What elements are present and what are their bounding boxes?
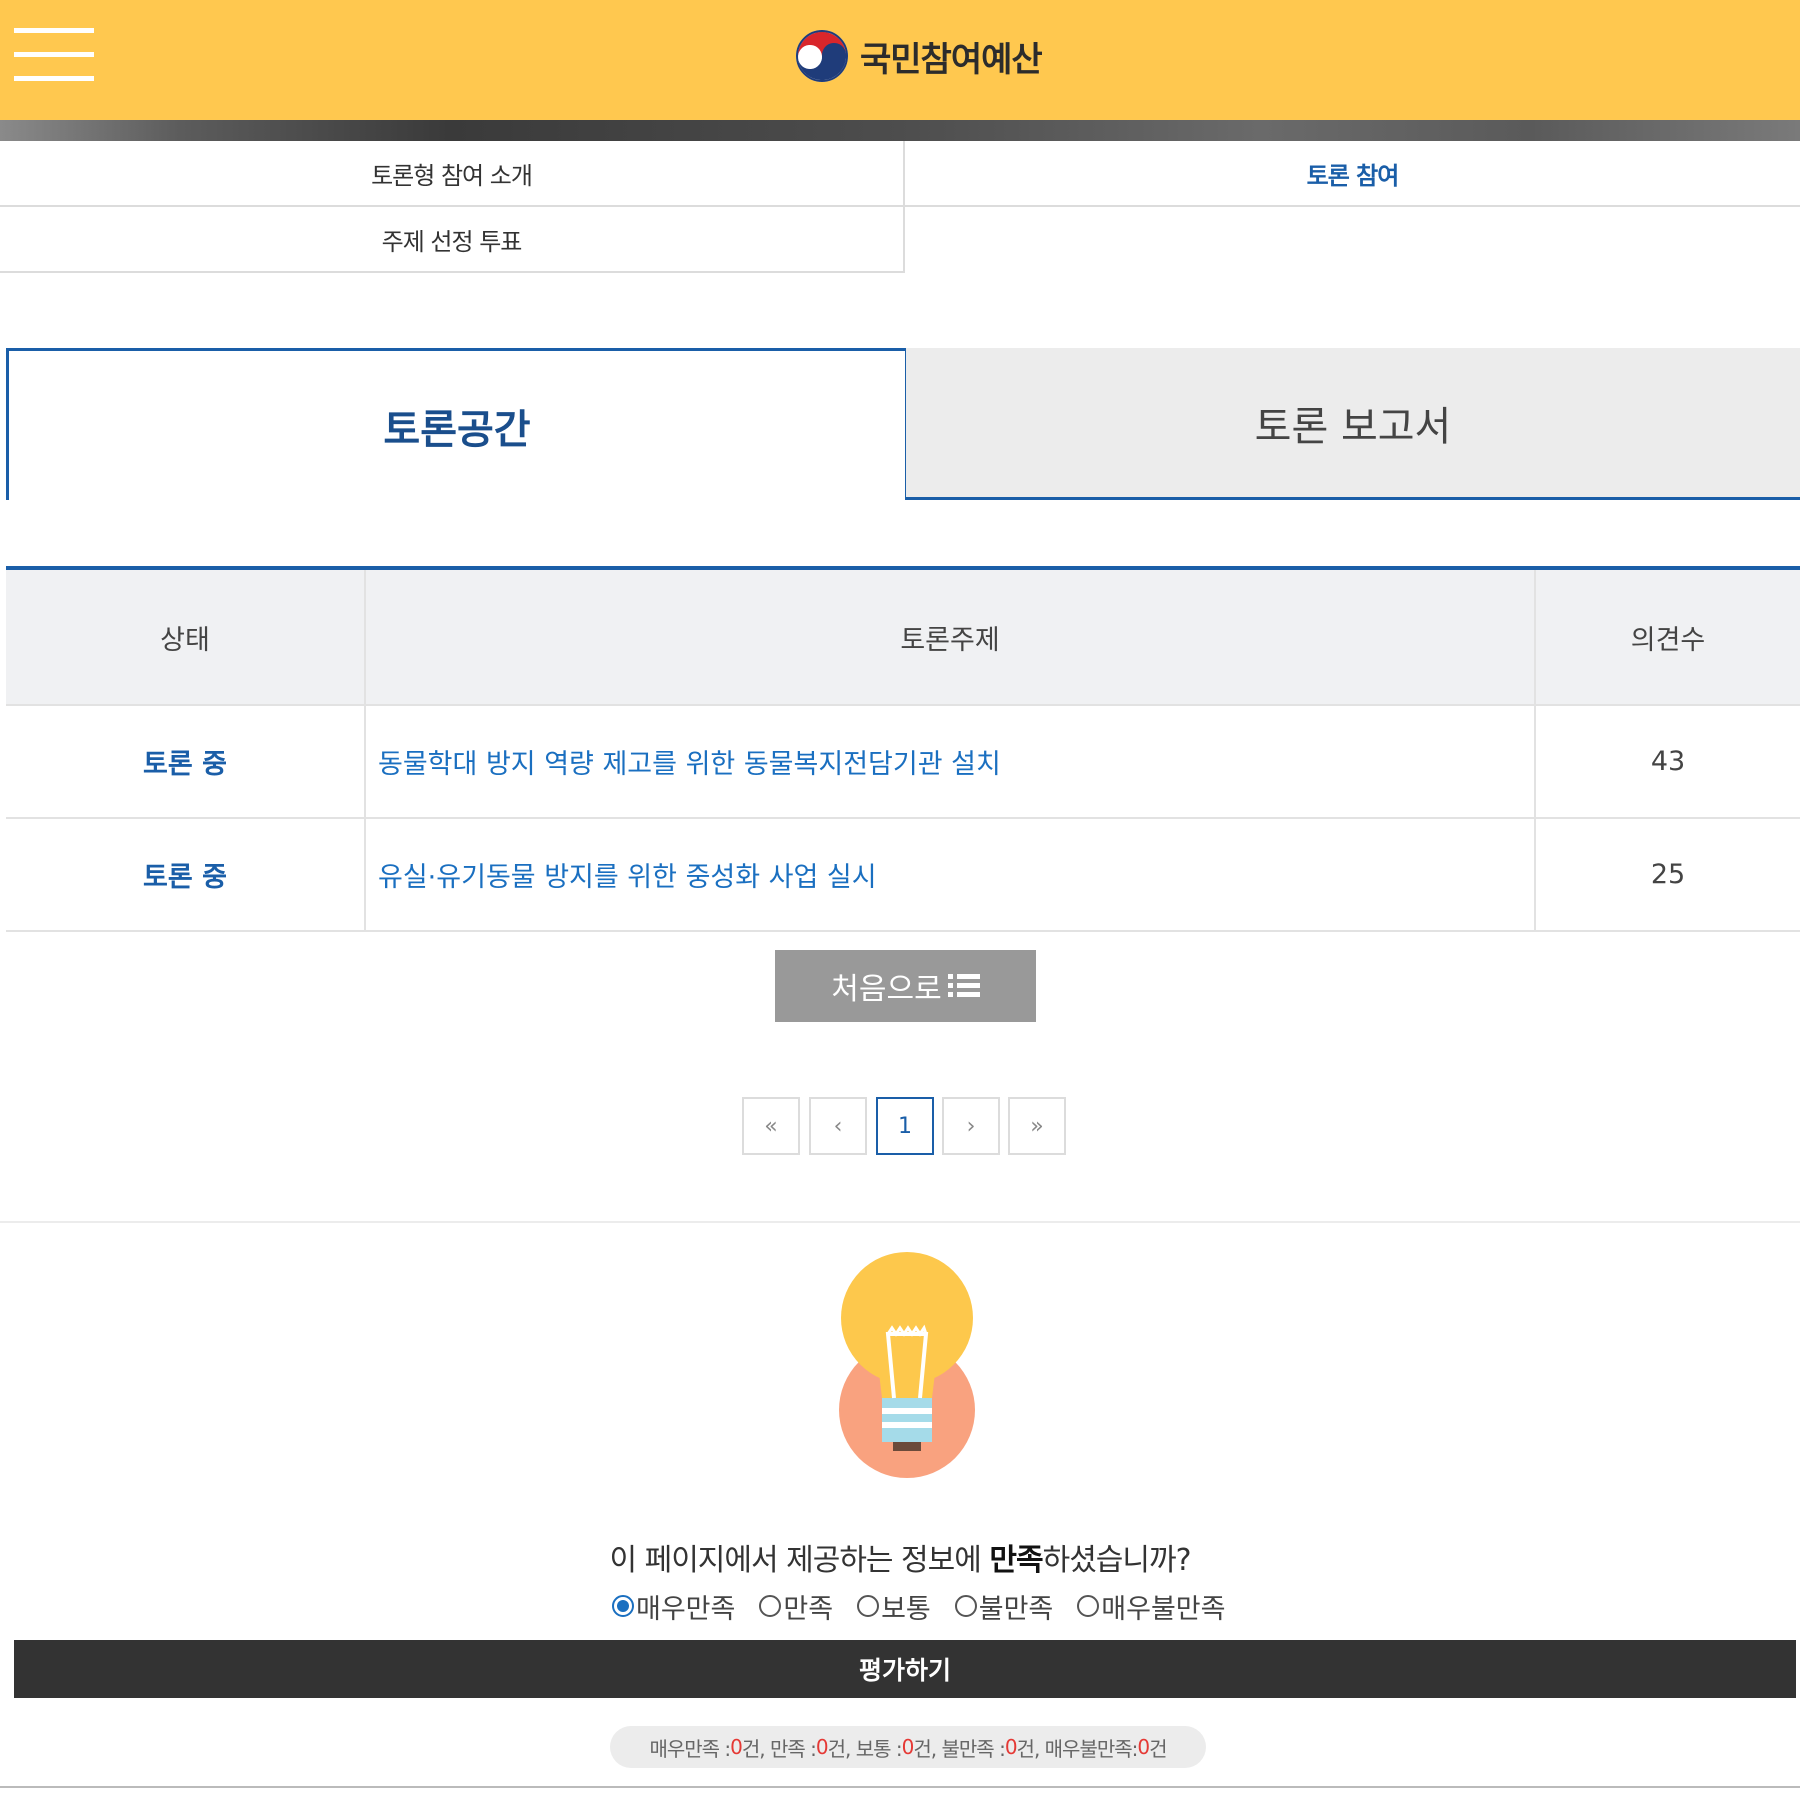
subnav-item-participate[interactable]: 토론 참여	[905, 141, 1800, 207]
table-row[interactable]: 토론 중 동물학대 방지 역량 제고를 위한 동물복지전담기관 설치 43	[6, 706, 1800, 819]
back-to-first-label: 처음으로	[831, 972, 942, 1007]
radio-button[interactable]	[954, 1595, 977, 1617]
option-normal[interactable]: 보통	[857, 1587, 931, 1626]
option-satisfied[interactable]: 만족	[759, 1587, 833, 1626]
row-count: 43	[1650, 746, 1686, 777]
site-header: 국민참여예산	[0, 0, 1800, 120]
tab-discussion-space[interactable]: 토론공간	[6, 348, 908, 500]
row-count: 25	[1650, 859, 1686, 890]
header-count: 의견수	[1630, 624, 1706, 656]
logo-text: 국민참여예산	[860, 39, 1043, 80]
header-topic: 토론주제	[366, 570, 1536, 704]
menu-icon[interactable]	[14, 28, 94, 82]
option-label: 만족	[783, 1593, 834, 1625]
taegeuk-logo-icon	[796, 30, 848, 82]
row-status: 토론 중	[6, 819, 366, 930]
result-label: 건, 불만족 :	[913, 1736, 1005, 1761]
result-count: 0	[730, 1735, 743, 1759]
pagination-page-current[interactable]: 1	[876, 1097, 934, 1155]
banner-image	[0, 120, 1800, 141]
row-topic-link[interactable]: 동물학대 방지 역량 제고를 위한 동물복지전담기관 설치	[366, 706, 1536, 817]
option-label: 불만족	[978, 1593, 1054, 1625]
option-label: 매우불만족	[1101, 1593, 1226, 1625]
result-label: 건, 보통 :	[827, 1736, 903, 1761]
option-label: 매우만족	[636, 1593, 736, 1625]
back-to-first-button[interactable]: 처음으로	[775, 950, 1036, 1022]
tab-discussion-report[interactable]: 토론 보고서	[906, 348, 1800, 500]
site-logo[interactable]: 국민참여예산	[794, 26, 1043, 86]
list-icon	[947, 973, 980, 999]
radio-button[interactable]	[1077, 1595, 1100, 1617]
result-label: 건, 만족 :	[741, 1736, 817, 1761]
question-emphasis: 만족	[989, 1543, 1043, 1578]
satisfaction-question: 이 페이지에서 제공하는 정보에 만족하셨습니까?	[0, 1535, 1800, 1579]
pagination-last-button[interactable]: »	[1008, 1097, 1066, 1155]
header-status: 상태	[6, 570, 366, 704]
result-count: 0	[901, 1735, 915, 1759]
pagination-prev-button[interactable]: ‹	[809, 1097, 867, 1155]
footer-border	[0, 1786, 1800, 1788]
radio-button[interactable]	[612, 1595, 634, 1617]
row-topic-link[interactable]: 유실·유기동물 방지를 위한 중성화 사업 실시	[366, 819, 1536, 930]
subnav-item-vote[interactable]: 주제 선정 투표	[0, 207, 905, 273]
row-status: 토론 중	[6, 706, 366, 817]
rating-results: 매우만족 : 0 건, 만족 : 0 건, 보통 : 0 건, 불만족 : 0 건, 매…	[610, 1726, 1206, 1768]
result-count: 0	[1137, 1735, 1150, 1759]
option-very-satisfied[interactable]: 매우만족	[612, 1587, 735, 1626]
result-unit: 건	[1149, 1736, 1167, 1761]
radio-button[interactable]	[759, 1595, 782, 1617]
option-dissatisfied[interactable]: 불만족	[954, 1587, 1054, 1626]
result-count: 0	[815, 1735, 829, 1759]
pagination-next-button[interactable]: ›	[942, 1097, 1000, 1155]
subnav-item-intro[interactable]: 토론형 참여 소개	[0, 141, 905, 207]
discussion-table: 상태 토론주제 의견수 토론 중 동물학대 방지 역량 제고를 위한 동물복지전…	[6, 566, 1800, 932]
result-label: 건, 매우불만족:	[1016, 1736, 1139, 1761]
result-label: 매우만족 :	[649, 1736, 731, 1761]
table-header-row: 상태 토론주제 의견수	[6, 570, 1800, 706]
table-row[interactable]: 토론 중 유실·유기동물 방지를 위한 중성화 사업 실시 25	[6, 819, 1800, 932]
question-text: 이 페이지에서 제공하는 정보에	[609, 1543, 990, 1578]
result-count: 0	[1004, 1735, 1018, 1759]
pagination-first-button[interactable]: «	[742, 1097, 800, 1155]
radio-button[interactable]	[857, 1595, 880, 1617]
option-label: 보통	[881, 1593, 931, 1625]
satisfaction-options: 매우만족 만족 보통 불만족 매우불만족	[612, 1586, 1225, 1626]
submit-rating-button[interactable]: 평가하기	[14, 1640, 1796, 1698]
option-very-dissatisfied[interactable]: 매우불만족	[1077, 1587, 1225, 1626]
lightbulb-icon	[839, 1252, 975, 1478]
question-text-end: 하셨습니까?	[1042, 1543, 1192, 1578]
section-divider	[0, 1221, 1800, 1223]
